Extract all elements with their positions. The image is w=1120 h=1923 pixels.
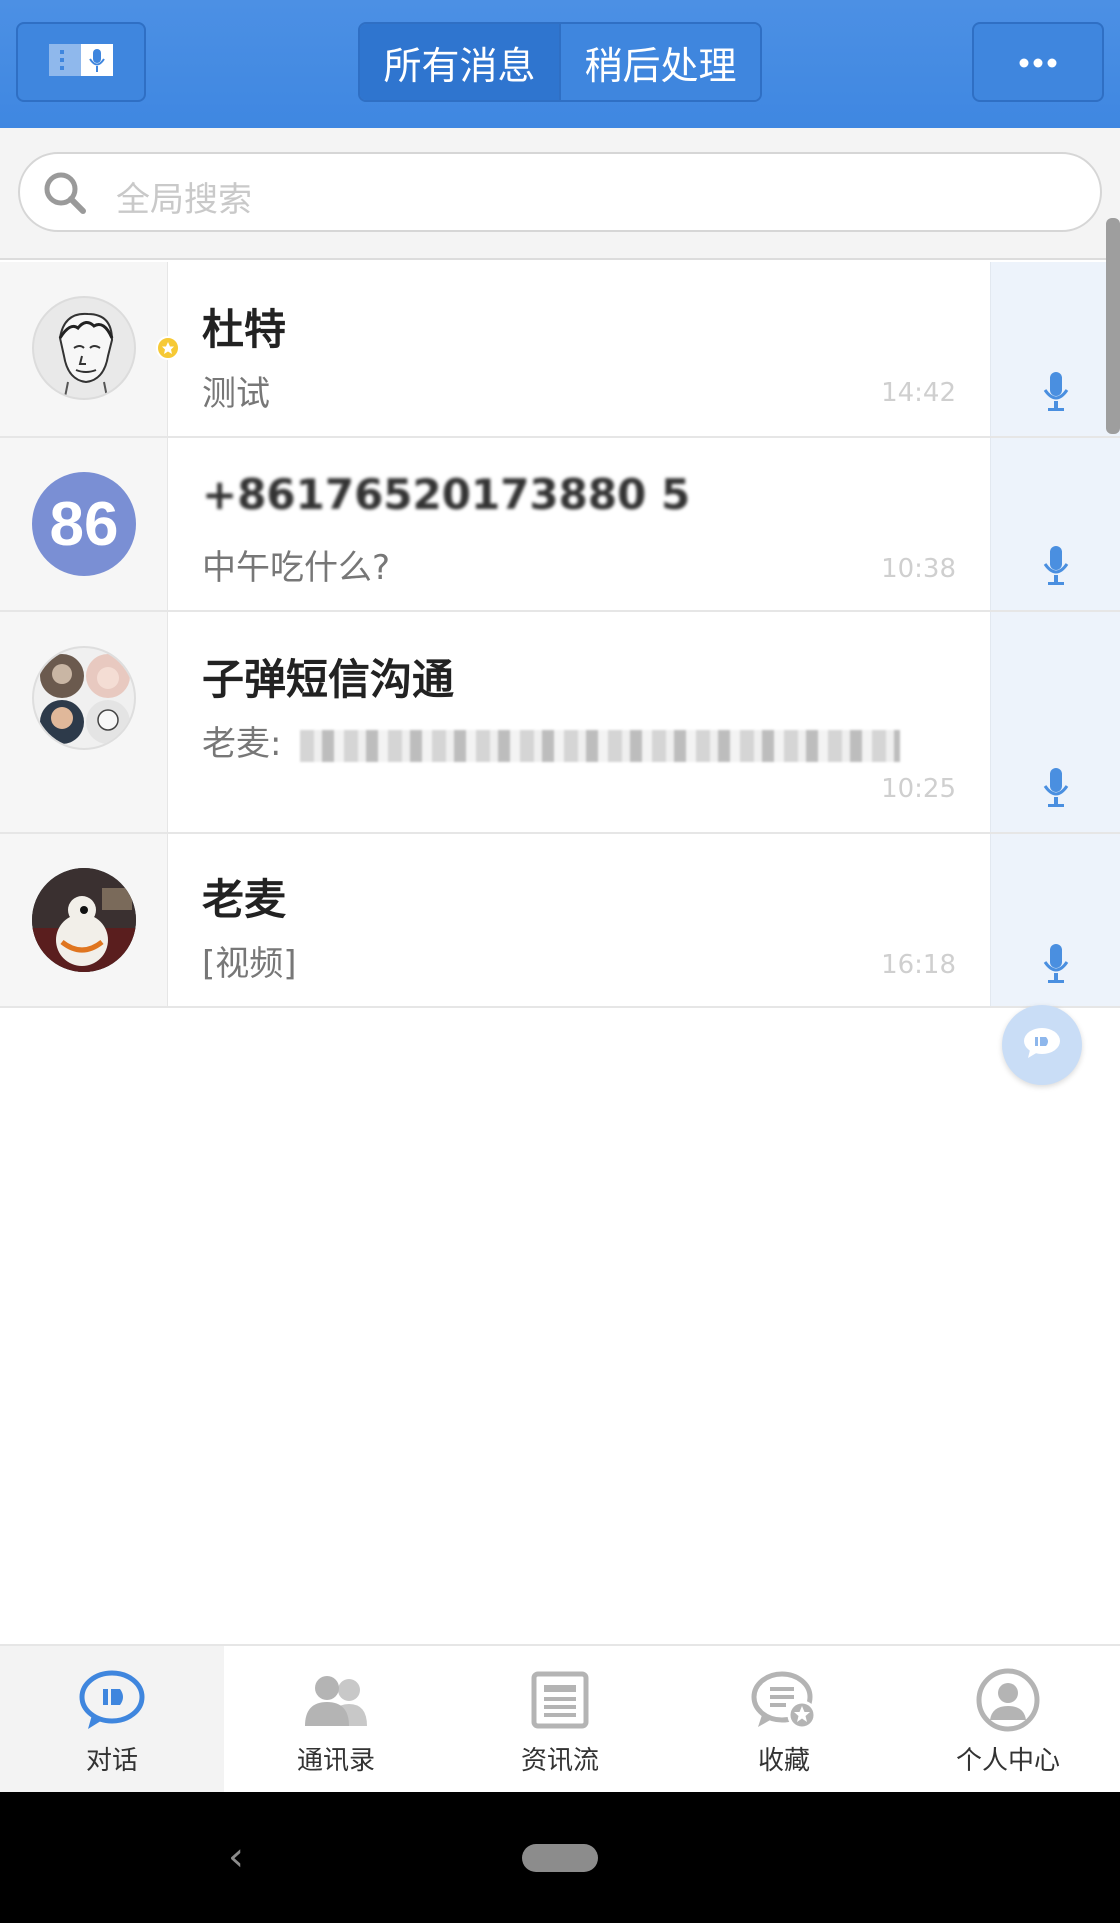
search-placeholder: 全局搜索 <box>116 180 252 220</box>
profile-icon <box>973 1668 1043 1732</box>
tab-later[interactable]: 稍后处理 <box>561 24 760 100</box>
nav-label: 收藏 <box>757 1746 810 1776</box>
message-preview: 中午吃什么? <box>202 548 391 588</box>
bottom-nav: 对话 通讯录 资讯流 收藏 个人中心 <box>0 1644 1120 1792</box>
message-time: 10:25 <box>881 774 956 804</box>
contacts-icon <box>301 1668 371 1732</box>
more-button[interactable] <box>972 22 1104 102</box>
search-area: 全局搜索 <box>0 128 1120 260</box>
message-preview: 测试 <box>202 374 270 414</box>
contact-name: 子弹短信沟通 <box>202 655 455 704</box>
obscured-preview <box>300 729 901 762</box>
mic-icon <box>1043 944 1069 988</box>
contact-name: 杜特 <box>202 305 287 354</box>
avatar[interactable] <box>32 646 136 750</box>
conversation-row[interactable]: 子弹短信沟通 老麦: 10:25 <box>0 612 1120 834</box>
starred-badge-icon <box>156 336 180 360</box>
search-icon <box>42 170 88 220</box>
message-filter-tabs: 所有消息 稍后处理 <box>358 22 762 102</box>
conversation-content: +86176520173880 5 中午吃什么? 10:38 <box>168 438 990 610</box>
avatar[interactable] <box>32 296 136 400</box>
more-icon <box>1018 53 1058 72</box>
preview-sender: 老麦: <box>202 724 282 764</box>
voice-reply-button[interactable] <box>990 834 1120 1006</box>
nav-contacts[interactable]: 通讯录 <box>224 1646 448 1792</box>
voice-reply-button[interactable] <box>990 262 1120 436</box>
home-pill-icon[interactable] <box>522 1844 598 1872</box>
nav-label: 资讯流 <box>520 1746 599 1776</box>
scrollbar[interactable] <box>1106 218 1120 434</box>
conversation-content: 老麦 [视频] 16:18 <box>168 834 990 1006</box>
message-time: 10:38 <box>881 554 956 584</box>
news-icon <box>525 1668 595 1732</box>
keypad-mic-button[interactable] <box>16 22 146 102</box>
avatar-text: 86 <box>49 489 119 559</box>
conversation-row[interactable]: 老麦 [视频] 16:18 <box>0 834 1120 1008</box>
conversation-row[interactable]: 86 +86176520173880 5 中午吃什么? 10:38 <box>0 438 1120 612</box>
mic-icon <box>1043 768 1069 812</box>
keypad-mic-icon <box>49 42 113 82</box>
message-preview: 老麦: <box>202 716 901 765</box>
avatar[interactable]: 86 <box>32 472 136 576</box>
new-message-button[interactable] <box>1002 1005 1082 1085</box>
conversation-content: 杜特 测试 14:42 <box>168 262 990 436</box>
nav-label: 通讯录 <box>296 1746 375 1776</box>
chat-icon <box>77 1668 147 1732</box>
voice-reply-button[interactable] <box>990 438 1120 610</box>
nav-label: 个人中心 <box>955 1746 1060 1776</box>
avatar-column: 86 <box>0 438 168 610</box>
nav-favorites[interactable]: 收藏 <box>672 1646 896 1792</box>
tab-all-messages[interactable]: 所有消息 <box>360 24 561 100</box>
contact-name: 老麦 <box>202 875 287 924</box>
top-bar: 所有消息 稍后处理 <box>0 0 1120 128</box>
nav-label: 对话 <box>85 1746 138 1776</box>
nav-news[interactable]: 资讯流 <box>448 1646 672 1792</box>
avatar-column <box>0 612 168 832</box>
back-icon[interactable]: ‹ <box>228 1834 244 1880</box>
app-root: 所有消息 稍后处理 全局搜索 杜特 测试 14:42 86 +861765201… <box>0 0 1120 1923</box>
avatar-column <box>0 262 168 436</box>
message-time: 14:42 <box>881 378 956 408</box>
conversation-content: 子弹短信沟通 老麦: 10:25 <box>168 612 990 832</box>
nav-profile[interactable]: 个人中心 <box>896 1646 1120 1792</box>
mic-icon <box>1043 372 1069 416</box>
message-preview: [视频] <box>202 944 297 984</box>
avatar[interactable] <box>32 868 136 972</box>
voice-reply-button[interactable] <box>990 612 1120 832</box>
favorites-icon <box>749 1668 819 1732</box>
message-time: 16:18 <box>881 950 956 980</box>
search-input[interactable]: 全局搜索 <box>18 152 1102 232</box>
new-message-icon <box>1022 1026 1062 1064</box>
mic-icon <box>1043 546 1069 590</box>
nav-chat[interactable]: 对话 <box>0 1646 224 1792</box>
contact-name: +86176520173880 5 <box>202 470 691 519</box>
avatar-column <box>0 834 168 1006</box>
